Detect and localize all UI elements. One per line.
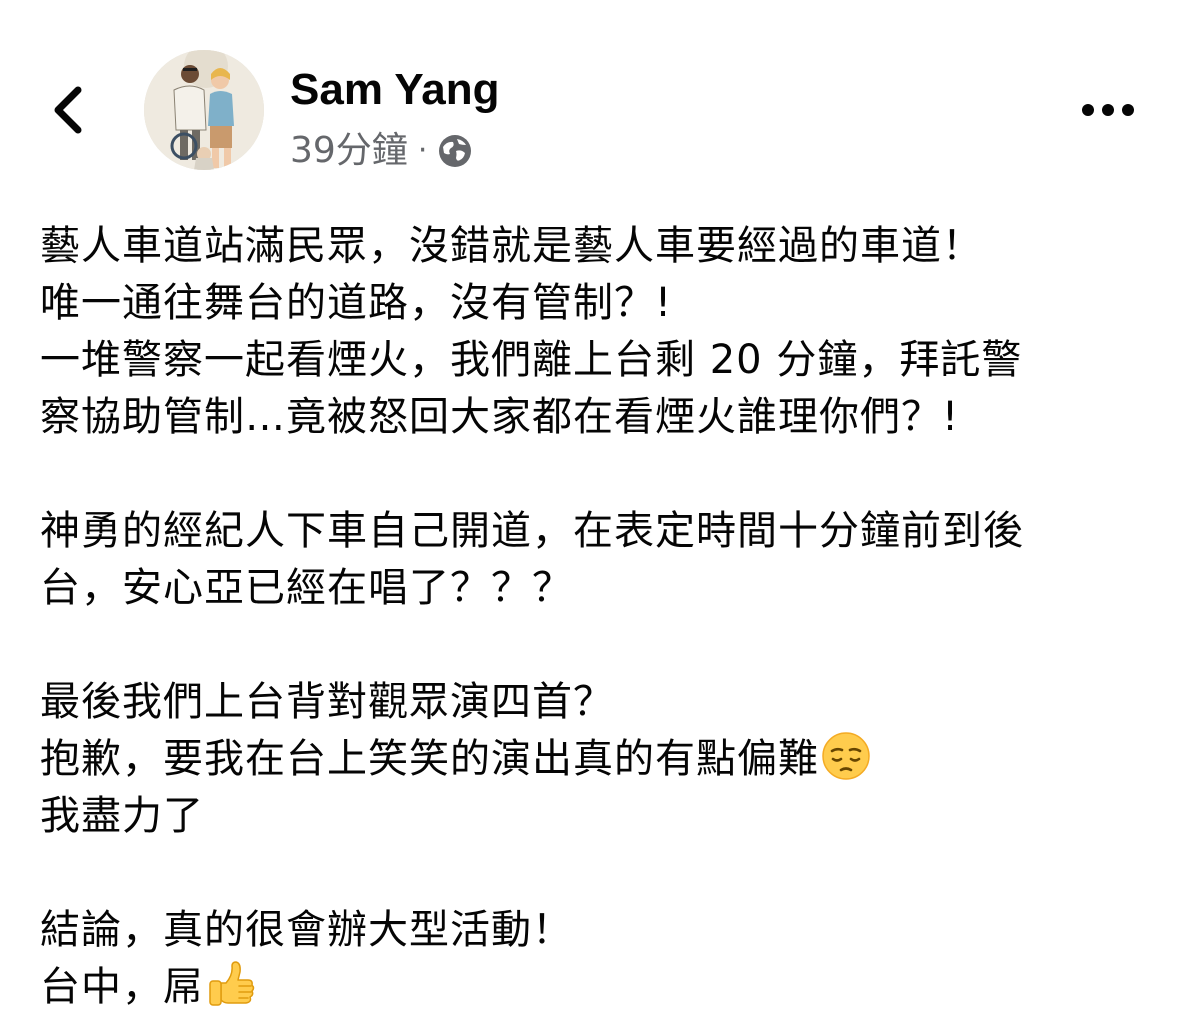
post-paragraph: 藝人車道站滿民眾，沒錯就是藝人車要經過的車道！ 唯一通往舞台的道路，沒有管制？!… [40, 218, 1150, 446]
post-meta: 39分鐘 · [290, 128, 473, 174]
post-line: 唯一通往舞台的道路，沒有管制？! [40, 280, 673, 326]
avatar-illustration [144, 50, 264, 170]
post-line: 結論，真的很會辦大型活動！ [40, 907, 573, 953]
thumbs-up-emoji [206, 959, 256, 1009]
post-line-with-emoji: 抱歉，要我在台上笑笑的演出真的有點偏難 [40, 731, 1150, 788]
meta-separator: · [417, 133, 428, 168]
chevron-left-icon [54, 86, 82, 134]
post-line: 一堆警察一起看煙火，我們離上台剩 20 分鐘，拜託警 [40, 337, 1023, 383]
post-paragraph: 最後我們上台背對觀眾演四首？ 抱歉，要我在台上笑笑的演出真的有點偏難 我盡力了 [40, 674, 1150, 845]
back-button[interactable] [42, 78, 98, 142]
post-paragraph: 神勇的經紀人下車自己開道，在表定時間十分鐘前到後 台，安心亞已經在唱了？？？ [40, 503, 1150, 617]
post-body: 藝人車道站滿民眾，沒錯就是藝人車要經過的車道！ 唯一通往舞台的道路，沒有管制？!… [40, 218, 1150, 1016]
post-line: 我盡力了 [40, 793, 204, 839]
avatar[interactable] [144, 50, 264, 170]
post-line-text: 台中，屌 [40, 964, 204, 1010]
pensive-face-emoji [821, 731, 871, 781]
post-line-with-emoji: 台中，屌 [40, 959, 1150, 1016]
globe-icon[interactable] [437, 133, 473, 169]
post-line: 台，安心亞已經在唱了？？？ [40, 565, 573, 611]
more-options-button[interactable] [1076, 92, 1140, 128]
post-line: 察協助管制…竟被怒回大家都在看煙火誰理你們？! [40, 394, 960, 440]
author-name[interactable]: Sam Yang [290, 64, 500, 116]
more-horizontal-icon [1082, 104, 1134, 116]
post-line: 神勇的經紀人下車自己開道，在表定時間十分鐘前到後 [40, 508, 1024, 554]
post-line: 藝人車道站滿民眾，沒錯就是藝人車要經過的車道！ [40, 223, 983, 269]
post-timestamp[interactable]: 39分鐘 [290, 129, 408, 173]
post-paragraph: 結論，真的很會辦大型活動！ 台中，屌 [40, 902, 1150, 1016]
post-header: Sam Yang 39分鐘 · [0, 0, 1179, 190]
post-line: 最後我們上台背對觀眾演四首？ [40, 679, 614, 725]
post-line-text: 抱歉，要我在台上笑笑的演出真的有點偏難 [40, 736, 819, 782]
